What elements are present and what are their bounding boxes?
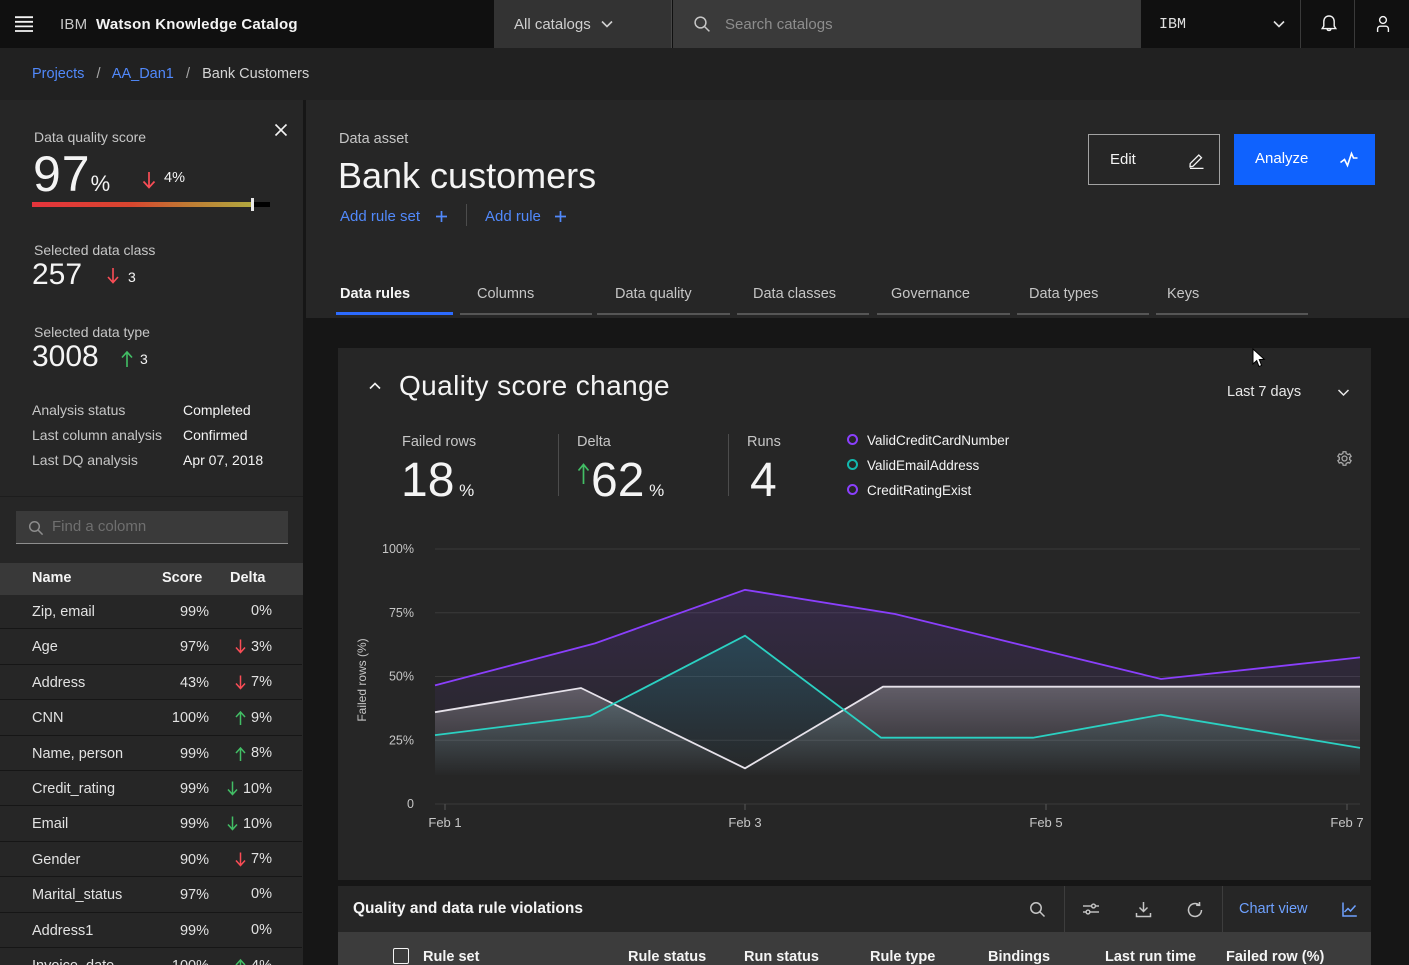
svg-text:Feb 3: Feb 3 — [728, 815, 761, 830]
svg-text:25%: 25% — [389, 733, 414, 747]
svg-text:Failed rows (%): Failed rows (%) — [355, 638, 369, 721]
svg-text:Feb 7: Feb 7 — [1330, 815, 1363, 830]
svg-text:Feb 5: Feb 5 — [1029, 815, 1062, 830]
svg-text:50%: 50% — [389, 670, 414, 684]
svg-text:0: 0 — [407, 797, 414, 811]
svg-text:75%: 75% — [389, 606, 414, 620]
svg-text:Feb 1: Feb 1 — [428, 815, 461, 830]
svg-text:100%: 100% — [382, 542, 414, 556]
